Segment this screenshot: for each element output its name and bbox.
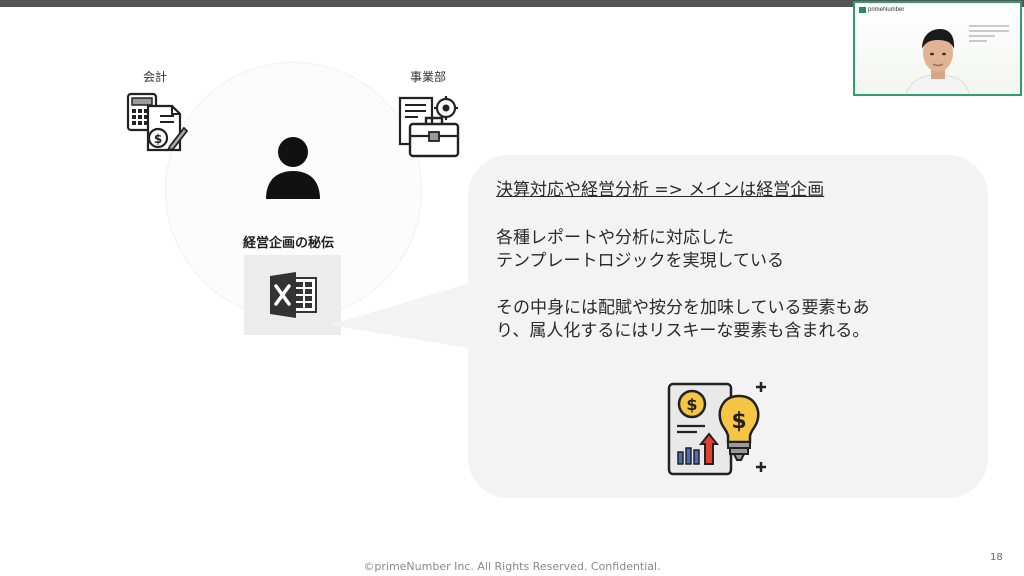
- label-accounting: 会計: [143, 70, 168, 84]
- bubble-text-line-4: り、属人化するにはリスキーな要素も含まれる。: [496, 321, 870, 341]
- bubble-heading: 決算対応や経営分析 => メインは経営企画: [496, 180, 825, 200]
- money-idea-report-icon: $ $: [667, 382, 766, 476]
- video-logo: primeNumber: [859, 7, 904, 13]
- bubble-text-line-2: テンプレートロジックを実現している: [496, 251, 784, 271]
- presenter-video-tile[interactable]: primeNumber: [853, 1, 1022, 96]
- svg-text:$: $: [154, 132, 162, 146]
- person-icon: [266, 137, 320, 199]
- bubble-text-line-3: その中身には配賦や按分を加味している要素もあ: [496, 298, 870, 318]
- excel-icon: [270, 272, 317, 318]
- secret-title: 経営企画の秘伝: [243, 236, 335, 251]
- footer-copyright: ©primeNumber Inc. All Rights Reserved. C…: [363, 560, 661, 573]
- calculator-document-icon: $: [126, 92, 188, 152]
- label-business-dept: 事業部: [410, 70, 447, 84]
- bubble-text-line-1: 各種レポートや分析に対応した: [496, 228, 734, 248]
- video-logo-text: primeNumber: [868, 7, 905, 13]
- briefcase-document-icon: [398, 96, 460, 158]
- logo-mark-icon: [859, 7, 866, 13]
- video-caption-lines: [969, 25, 1009, 45]
- svg-text:$: $: [731, 409, 746, 434]
- excel-file-box: [244, 255, 341, 335]
- speech-bubble-tail: [330, 280, 480, 350]
- presenter-avatar: [905, 29, 971, 94]
- svg-text:$: $: [686, 395, 697, 414]
